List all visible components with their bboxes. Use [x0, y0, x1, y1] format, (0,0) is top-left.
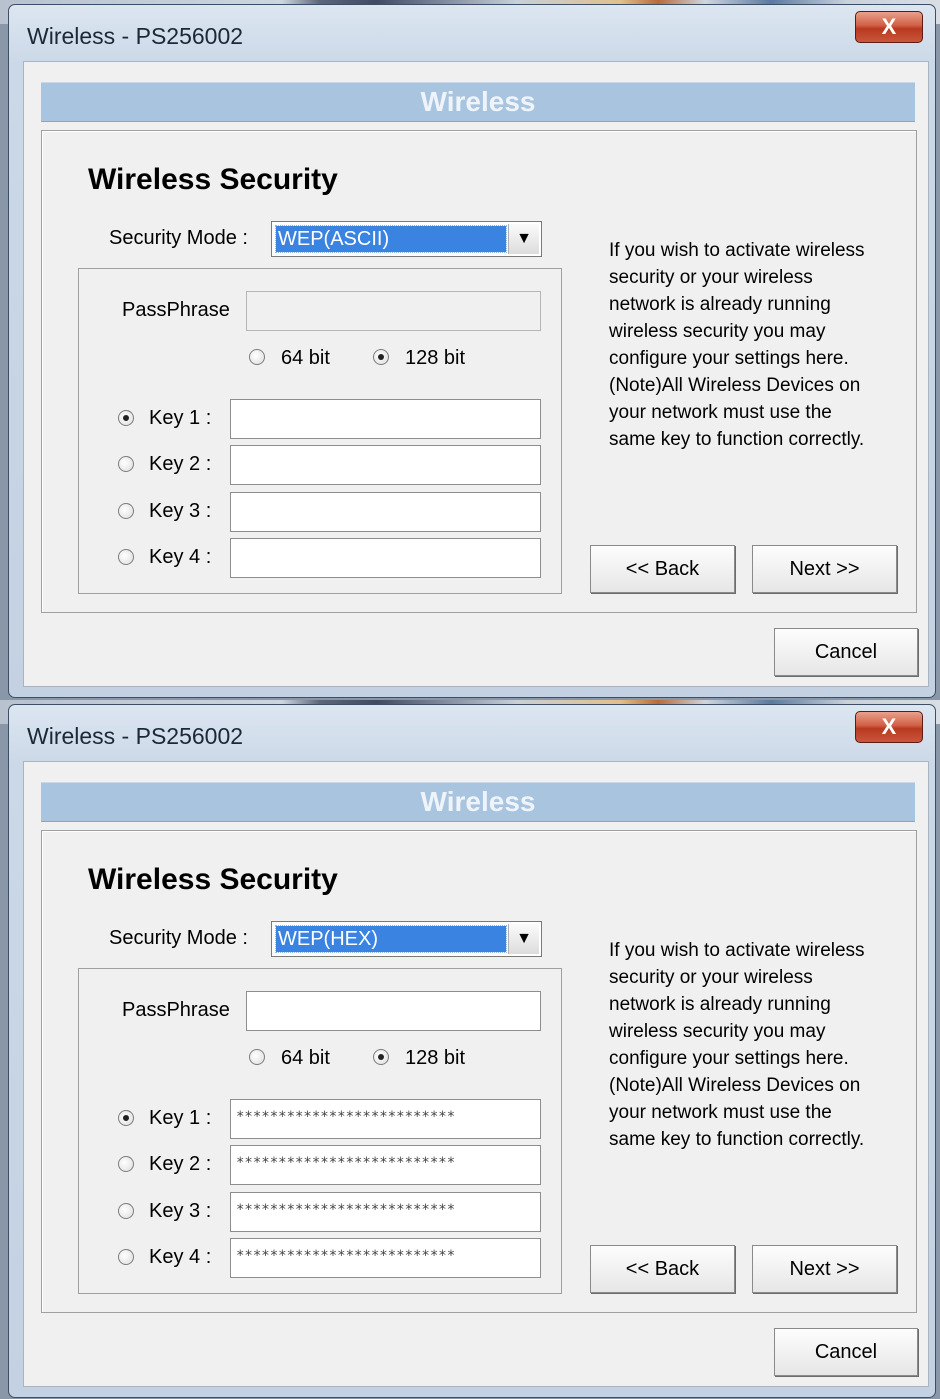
info-line: security or your wireless [609, 267, 813, 288]
key-2-label: Key 2 : [149, 1153, 212, 1175]
key-2-radio[interactable] [118, 456, 134, 472]
info-line: same key to function correctly. [609, 429, 865, 450]
close-button[interactable]: X [855, 711, 923, 743]
security-panel: Wireless Security Security Mode : WEP(HE… [41, 830, 917, 1313]
info-line: network is already running [609, 994, 831, 1015]
key-1-radio[interactable] [118, 410, 134, 426]
dialog-client-area: Wireless Wireless Security Security Mode… [23, 61, 929, 687]
cancel-button[interactable]: Cancel [774, 1328, 918, 1376]
info-line: same key to function correctly. [609, 1129, 865, 1150]
info-line: your network must use the [609, 1102, 832, 1123]
bit-64-label: 64 bit [281, 347, 330, 369]
info-line: configure your settings here. [609, 348, 849, 369]
back-button[interactable]: << Back [590, 1245, 735, 1293]
info-line: (Note)All Wireless Devices on [609, 375, 861, 396]
bit-64-label: 64 bit [281, 1047, 330, 1069]
key-3-label: Key 3 : [149, 1200, 212, 1222]
bit-128-label: 128 bit [405, 347, 466, 369]
security-info-text: If you wish to activate wireless securit… [609, 237, 919, 453]
wireless-banner: Wireless [41, 782, 915, 822]
dialog-screenshot-hex: Wireless - PS256002 X Wireless Wireless … [0, 700, 940, 1399]
section-heading: Wireless Security [88, 863, 338, 896]
info-line: network is already running [609, 294, 831, 315]
key-4-radio[interactable] [118, 549, 134, 565]
key-1-input[interactable]: ************************** [230, 1099, 541, 1139]
security-mode-label: Security Mode : [109, 227, 248, 249]
key-3-radio[interactable] [118, 1203, 134, 1219]
key-2-input[interactable] [230, 445, 541, 485]
security-mode-label: Security Mode : [109, 927, 248, 949]
key-1-label: Key 1 : [149, 1107, 212, 1129]
key-3-radio[interactable] [118, 503, 134, 519]
key-1-input[interactable] [230, 399, 541, 439]
next-button[interactable]: Next >> [752, 1245, 897, 1293]
passphrase-input[interactable] [246, 291, 541, 331]
window-title: Wireless - PS256002 [27, 723, 244, 749]
security-mode-select[interactable]: WEP(ASCII) ▼ [271, 221, 542, 257]
info-line: If you wish to activate wireless [609, 240, 865, 261]
info-line: security or your wireless [609, 967, 813, 988]
key-1-label: Key 1 : [149, 407, 212, 429]
key-4-input[interactable]: ************************** [230, 1238, 541, 1278]
dialog-client-area: Wireless Wireless Security Security Mode… [23, 761, 929, 1387]
passphrase-label: PassPhrase [122, 999, 230, 1021]
chevron-down-icon[interactable]: ▼ [508, 924, 539, 954]
bit-128-radio[interactable] [373, 1049, 389, 1065]
wireless-dialog-window: Wireless - PS256002 X Wireless Wireless … [8, 704, 936, 1398]
info-line: configure your settings here. [609, 1048, 849, 1069]
key-3-input[interactable]: ************************** [230, 1192, 541, 1232]
chevron-down-icon[interactable]: ▼ [508, 224, 539, 254]
passphrase-label: PassPhrase [122, 299, 230, 321]
key-2-label: Key 2 : [149, 453, 212, 475]
key-1-radio[interactable] [118, 1110, 134, 1126]
bit-64-radio[interactable] [249, 349, 265, 365]
key-2-radio[interactable] [118, 1156, 134, 1172]
passphrase-input[interactable] [246, 991, 541, 1031]
key-4-input[interactable] [230, 538, 541, 578]
next-button[interactable]: Next >> [752, 545, 897, 593]
bit-128-label: 128 bit [405, 1047, 466, 1069]
wireless-dialog-window: Wireless - PS256002 X Wireless Wireless … [8, 4, 936, 698]
wep-key-group: PassPhrase 64 bit 128 bit Key 1 : ******… [78, 968, 562, 1294]
info-line: wireless security you may [609, 321, 826, 342]
key-3-input[interactable] [230, 492, 541, 532]
section-heading: Wireless Security [88, 163, 338, 196]
bit-128-radio[interactable] [373, 349, 389, 365]
dialog-screenshot-ascii: Wireless - PS256002 X Wireless Wireless … [0, 0, 940, 699]
key-4-label: Key 4 : [149, 546, 212, 568]
info-line: wireless security you may [609, 1021, 826, 1042]
key-2-input[interactable]: ************************** [230, 1145, 541, 1185]
security-mode-select[interactable]: WEP(HEX) ▼ [271, 921, 542, 957]
key-4-radio[interactable] [118, 1249, 134, 1265]
security-mode-value: WEP(HEX) [275, 925, 507, 953]
window-title: Wireless - PS256002 [27, 23, 244, 49]
info-line: your network must use the [609, 402, 832, 423]
info-line: (Note)All Wireless Devices on [609, 1075, 861, 1096]
bit-64-radio[interactable] [249, 1049, 265, 1065]
wireless-banner: Wireless [41, 82, 915, 122]
back-button[interactable]: << Back [590, 545, 735, 593]
cancel-button[interactable]: Cancel [774, 628, 918, 676]
security-panel: Wireless Security Security Mode : WEP(AS… [41, 130, 917, 613]
key-4-label: Key 4 : [149, 1246, 212, 1268]
security-info-text: If you wish to activate wireless securit… [609, 937, 919, 1153]
info-line: If you wish to activate wireless [609, 940, 865, 961]
security-mode-value: WEP(ASCII) [275, 225, 507, 253]
key-3-label: Key 3 : [149, 500, 212, 522]
wep-key-group: PassPhrase 64 bit 128 bit Key 1 : Key 2 … [78, 268, 562, 594]
close-button[interactable]: X [855, 11, 923, 43]
